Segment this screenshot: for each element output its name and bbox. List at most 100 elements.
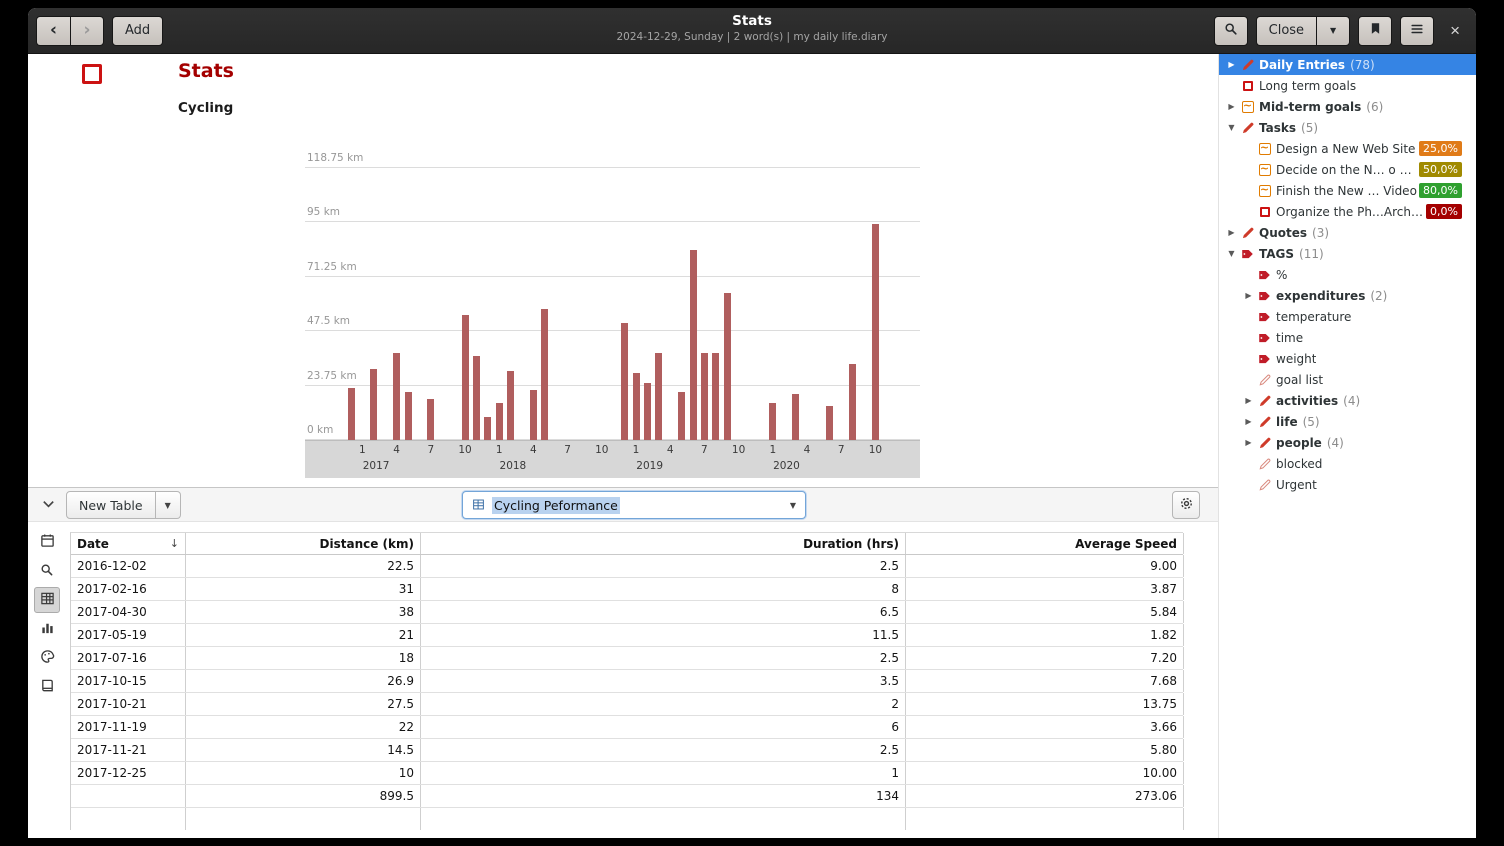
- sidebar-item-mid-term-goals[interactable]: ▶~Mid-term goals(6): [1219, 96, 1476, 117]
- cell-1[interactable]: 38: [186, 601, 421, 623]
- cell-2[interactable]: 6.5: [421, 601, 906, 623]
- cell-2[interactable]: 2.5: [421, 739, 906, 761]
- sidebar-item-tags[interactable]: ▼TAGS(11): [1219, 243, 1476, 264]
- cell-3[interactable]: 7.20: [906, 647, 1184, 669]
- cell-3[interactable]: 5.80: [906, 739, 1184, 761]
- cell-0[interactable]: 2016-12-02: [71, 555, 186, 577]
- settings-button[interactable]: [1172, 491, 1200, 519]
- panel-tool-search-button[interactable]: [34, 558, 60, 584]
- panel-tool-table-button[interactable]: [34, 587, 60, 613]
- sidebar-item-temperature[interactable]: temperature: [1219, 306, 1476, 327]
- sidebar-item-blocked[interactable]: blocked: [1219, 453, 1476, 474]
- back-button[interactable]: ‹: [36, 16, 70, 46]
- sidebar-item-expenditures[interactable]: ▶expenditures(2): [1219, 285, 1476, 306]
- sidebar-item-finish-the-new-video[interactable]: ~Finish the New … Video80,0%: [1219, 180, 1476, 201]
- sidebar-item-people[interactable]: ▶people(4): [1219, 432, 1476, 453]
- expander-icon[interactable]: ▶: [1241, 396, 1256, 405]
- cell-1[interactable]: 18: [186, 647, 421, 669]
- column-header-1[interactable]: Distance (km): [186, 533, 421, 554]
- sidebar-item-goal-list[interactable]: goal list: [1219, 369, 1476, 390]
- cell-2[interactable]: 2: [421, 693, 906, 715]
- panel-tool-palette-button[interactable]: [34, 645, 60, 671]
- menu-button[interactable]: [1400, 16, 1434, 46]
- sidebar-item-urgent[interactable]: Urgent: [1219, 474, 1476, 495]
- cell-1[interactable]: 22: [186, 716, 421, 738]
- cell-3[interactable]: 7.68: [906, 670, 1184, 692]
- cell-3[interactable]: 3.87: [906, 578, 1184, 600]
- chart-bar-2020-01: [769, 403, 776, 440]
- cell-3[interactable]: 13.75: [906, 693, 1184, 715]
- expander-icon[interactable]: ▶: [1241, 417, 1256, 426]
- table-selector-combobox[interactable]: Cycling Peformance ▼: [462, 491, 806, 519]
- cell-0[interactable]: 2017-04-30: [71, 601, 186, 623]
- new-table-dropdown-button[interactable]: ▼: [156, 491, 181, 519]
- cell-1[interactable]: 26.9: [186, 670, 421, 692]
- cell-1[interactable]: 14.5: [186, 739, 421, 761]
- close-dropdown-button[interactable]: ▼: [1316, 16, 1350, 46]
- cell-1[interactable]: 27.5: [186, 693, 421, 715]
- forward-button[interactable]: ›: [70, 16, 104, 46]
- close-entry-button[interactable]: Close: [1256, 16, 1316, 46]
- sidebar-item-%[interactable]: %: [1219, 264, 1476, 285]
- cell-1[interactable]: 22.5: [186, 555, 421, 577]
- cell-3[interactable]: 3.66: [906, 716, 1184, 738]
- expander-icon[interactable]: ▶: [1241, 291, 1256, 300]
- expander-icon[interactable]: ▶: [1224, 228, 1239, 237]
- cell-0[interactable]: 2017-07-16: [71, 647, 186, 669]
- cell-2[interactable]: 3.5: [421, 670, 906, 692]
- cell-0[interactable]: 2017-12-25: [71, 762, 186, 784]
- cell-1[interactable]: 31: [186, 578, 421, 600]
- cell-2[interactable]: 6: [421, 716, 906, 738]
- cell-0[interactable]: 2017-11-19: [71, 716, 186, 738]
- panel-tool-book-button[interactable]: [34, 674, 60, 700]
- sidebar-item-tasks[interactable]: ▼Tasks(5): [1219, 117, 1476, 138]
- sidebar-item-daily-entries[interactable]: ▶Daily Entries(78): [1219, 54, 1476, 75]
- cell-0[interactable]: 2017-02-16: [71, 578, 186, 600]
- cell-3[interactable]: 5.84: [906, 601, 1184, 623]
- expander-icon[interactable]: ▶: [1224, 60, 1239, 69]
- cell-0[interactable]: 2017-10-15: [71, 670, 186, 692]
- cell-1[interactable]: 10: [186, 762, 421, 784]
- sidebar-item-design-a-new-web-site[interactable]: ~Design a New Web Site25,0%: [1219, 138, 1476, 159]
- cell-3[interactable]: 9.00: [906, 555, 1184, 577]
- column-header-3[interactable]: Average Speed: [906, 533, 1184, 554]
- expander-icon[interactable]: ▼: [1224, 123, 1239, 132]
- cell-2[interactable]: 8: [421, 578, 906, 600]
- panel-tool-calendar-button[interactable]: [34, 529, 60, 555]
- cell-3[interactable]: 1.82: [906, 624, 1184, 646]
- collapse-panel-button[interactable]: [34, 492, 62, 518]
- sidebar-item-organize-the-ph-archive[interactable]: Organize the Ph…Archive0,0%: [1219, 201, 1476, 222]
- sidebar-item-life[interactable]: ▶life(5): [1219, 411, 1476, 432]
- column-header-2[interactable]: Duration (hrs): [421, 533, 906, 554]
- sidebar-item-activities[interactable]: ▶activities(4): [1219, 390, 1476, 411]
- new-table-button[interactable]: New Table: [66, 491, 156, 519]
- sidebar-item-decide-on-the-n-o-buy[interactable]: ~Decide on the N… o Buy50,0%: [1219, 159, 1476, 180]
- cell-3[interactable]: 10.00: [906, 762, 1184, 784]
- cell-2[interactable]: 2.5: [421, 647, 906, 669]
- cell-2[interactable]: 2.5: [421, 555, 906, 577]
- sidebar-item-quotes[interactable]: ▶Quotes(3): [1219, 222, 1476, 243]
- sidebar-item-long-term-goals[interactable]: Long term goals: [1219, 75, 1476, 96]
- x-axis-month-label: 10: [869, 444, 882, 456]
- add-button[interactable]: Add: [112, 16, 163, 46]
- chart-bar-2017-02: [370, 369, 377, 440]
- expander-icon[interactable]: ▶: [1241, 438, 1256, 447]
- sidebar-item-time[interactable]: time: [1219, 327, 1476, 348]
- bookmark-button[interactable]: [1358, 16, 1392, 46]
- search-icon: [1224, 22, 1238, 40]
- headerbar-right: Close ▼ ×: [1214, 16, 1468, 46]
- sidebar-item-weight[interactable]: weight: [1219, 348, 1476, 369]
- search-button[interactable]: [1214, 16, 1248, 46]
- column-header-0[interactable]: Date↓: [71, 533, 186, 554]
- cell-0[interactable]: 2017-10-21: [71, 693, 186, 715]
- panel-tool-chart-button[interactable]: [34, 616, 60, 642]
- cell-0[interactable]: 2017-05-19: [71, 624, 186, 646]
- expander-icon[interactable]: ▶: [1224, 102, 1239, 111]
- cell-1[interactable]: 21: [186, 624, 421, 646]
- cell-2[interactable]: 1: [421, 762, 906, 784]
- total-cell-0: [71, 785, 186, 807]
- window-close-button[interactable]: ×: [1442, 16, 1468, 46]
- cell-2[interactable]: 11.5: [421, 624, 906, 646]
- cell-0[interactable]: 2017-11-21: [71, 739, 186, 761]
- expander-icon[interactable]: ▼: [1224, 249, 1239, 258]
